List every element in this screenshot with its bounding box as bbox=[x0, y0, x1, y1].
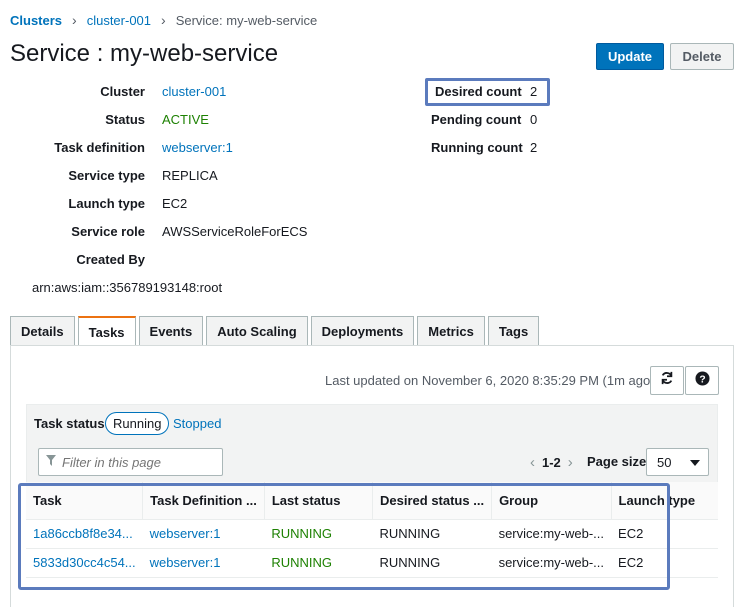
refresh-icon bbox=[660, 371, 674, 390]
task-status-label: Task status: bbox=[34, 416, 109, 431]
svg-text:?: ? bbox=[699, 374, 705, 385]
breadcrumb-cluster[interactable]: cluster-001 bbox=[87, 13, 151, 28]
column-header-launch-type[interactable]: Launch type bbox=[611, 482, 718, 520]
column-header-desired-status[interactable]: Desired status ... bbox=[372, 482, 493, 520]
filter-input[interactable] bbox=[60, 453, 210, 471]
breadcrumb-current: Service: my-web-service bbox=[175, 12, 318, 28]
filter-box bbox=[38, 448, 223, 476]
detail-value-service-type: REPLICA bbox=[162, 168, 218, 183]
page-size-label: Page size bbox=[587, 454, 647, 469]
tab-tasks[interactable]: Tasks bbox=[77, 316, 136, 346]
page-size-select[interactable]: 50 bbox=[646, 448, 709, 476]
page-size-value: 50 bbox=[657, 454, 672, 470]
tab-deployments[interactable]: Deployments bbox=[310, 316, 415, 345]
column-header-task-definition[interactable]: Task Definition ... bbox=[142, 482, 265, 520]
table-row: 1a86ccb8f8e34... webserver:1 RUNNING RUN… bbox=[26, 519, 718, 549]
column-header-last-status[interactable]: Last status bbox=[264, 482, 374, 520]
task-definition-link[interactable]: webserver:1 bbox=[142, 519, 265, 549]
refresh-button[interactable] bbox=[650, 366, 684, 395]
detail-label-task-definition: Task definition bbox=[54, 140, 145, 155]
delete-button[interactable]: Delete bbox=[670, 43, 734, 70]
detail-label-running-count: Running count bbox=[431, 140, 523, 155]
task-status-running-toggle[interactable]: Running bbox=[105, 412, 170, 435]
detail-label-launch-type: Launch type bbox=[68, 196, 145, 211]
help-button[interactable]: ? bbox=[685, 366, 719, 395]
tab-events[interactable]: Events bbox=[138, 316, 204, 345]
tab-details[interactable]: Details bbox=[10, 316, 75, 345]
column-header-task[interactable]: Task bbox=[26, 482, 144, 520]
detail-value-created-by: arn:aws:iam::356789193148:root bbox=[32, 280, 223, 295]
group: service:my-web-... bbox=[491, 548, 612, 578]
detail-label-cluster: Cluster bbox=[100, 84, 145, 99]
detail-value-running-count: 2 bbox=[530, 140, 538, 155]
last-status: RUNNING bbox=[264, 548, 373, 578]
detail-value-service-role: AWSServiceRoleForECS bbox=[162, 224, 308, 239]
table-row: 5833d30cc4c54... webserver:1 RUNNING RUN… bbox=[26, 548, 718, 578]
detail-value-launch-type: EC2 bbox=[162, 196, 188, 211]
caret-down-icon bbox=[690, 460, 700, 466]
detail-value-cluster[interactable]: cluster-001 bbox=[162, 84, 226, 99]
chevron-right-icon: › bbox=[161, 12, 166, 28]
detail-label-service-role: Service role bbox=[71, 224, 145, 239]
pagination: ‹ 1-2 › bbox=[530, 454, 573, 471]
chevron-left-icon[interactable]: ‹ bbox=[530, 454, 535, 471]
tab-bar: Details Tasks Events Auto Scaling Deploy… bbox=[10, 316, 542, 346]
task-id-link[interactable]: 1a86ccb8f8e34... bbox=[26, 519, 143, 549]
breadcrumb-clusters[interactable]: Clusters bbox=[10, 13, 62, 28]
task-id-link[interactable]: 5833d30cc4c54... bbox=[26, 548, 143, 578]
desired-status: RUNNING bbox=[372, 519, 492, 549]
group: service:my-web-... bbox=[491, 519, 612, 549]
update-button[interactable]: Update bbox=[596, 43, 664, 70]
breadcrumb: Clusters › cluster-001 › Service: my-web… bbox=[10, 12, 317, 28]
last-updated-text: Last updated on November 6, 2020 8:35:29… bbox=[325, 373, 655, 388]
chevron-right-icon[interactable]: › bbox=[568, 454, 573, 471]
launch-type: EC2 bbox=[611, 519, 718, 549]
detail-label-status: Status bbox=[105, 112, 145, 127]
pagination-range: 1-2 bbox=[542, 455, 561, 470]
detail-label-service-type: Service type bbox=[68, 168, 145, 183]
tab-tags[interactable]: Tags bbox=[487, 316, 540, 345]
tab-metrics[interactable]: Metrics bbox=[417, 316, 485, 345]
last-status: RUNNING bbox=[264, 519, 373, 549]
page-title: Service : my-web-service bbox=[10, 40, 279, 67]
desired-count-highlight bbox=[425, 78, 550, 106]
chevron-right-icon: › bbox=[72, 12, 77, 28]
filter-icon bbox=[46, 453, 56, 471]
column-header-group[interactable]: Group bbox=[491, 482, 612, 520]
launch-type: EC2 bbox=[611, 548, 718, 578]
task-definition-link[interactable]: webserver:1 bbox=[142, 548, 265, 578]
table-header-row: Task Task Definition ... Last status Des… bbox=[26, 482, 718, 520]
desired-status: RUNNING bbox=[372, 548, 492, 578]
detail-label-created-by: Created By bbox=[76, 252, 145, 267]
detail-value-pending-count: 0 bbox=[530, 112, 538, 127]
detail-value-task-definition[interactable]: webserver:1 bbox=[162, 140, 233, 155]
help-icon: ? bbox=[694, 370, 710, 391]
tasks-table: Task Task Definition ... Last status Des… bbox=[26, 482, 718, 578]
task-status-stopped-toggle[interactable]: Stopped bbox=[173, 416, 221, 431]
tab-auto-scaling[interactable]: Auto Scaling bbox=[206, 316, 308, 345]
detail-value-status: ACTIVE bbox=[162, 112, 209, 127]
detail-label-pending-count: Pending count bbox=[431, 112, 522, 127]
